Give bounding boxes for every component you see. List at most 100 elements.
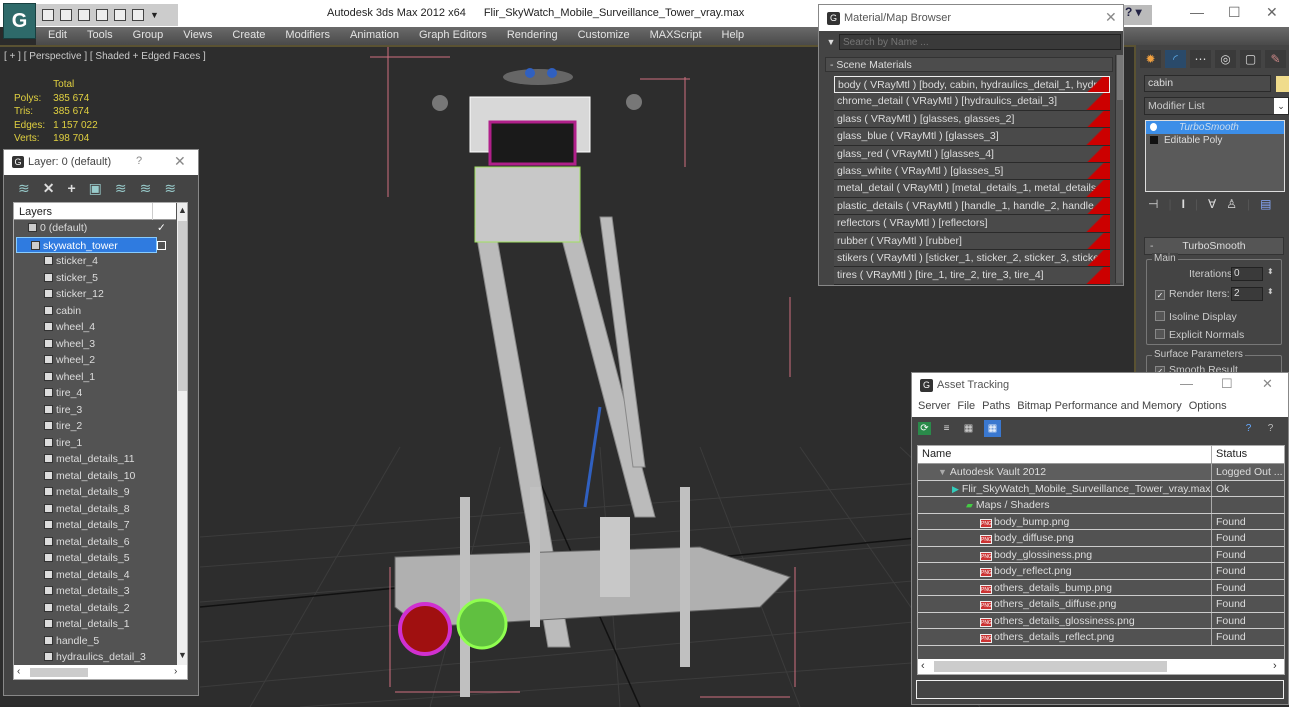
modify-icon[interactable]: ◜ [1165,50,1186,68]
thumbnail-view-icon[interactable]: ▦ [962,422,975,435]
menu-item-modifiers[interactable]: Modifiers [273,27,338,45]
scene-materials-group[interactable]: - Scene Materials [825,57,1113,72]
iterations-spinner[interactable]: 0 [1231,267,1263,281]
scroll-up-icon[interactable]: ▲ [178,205,187,215]
scroll-right-icon[interactable]: › [1273,660,1277,672]
render-iters-checkbox[interactable]: ✓ Render Iters: [1155,288,1230,300]
material-row[interactable]: reflectors ( VRayMtl ) [reflectors] [834,215,1110,233]
spinner-arrows-icon[interactable]: ⬍ [1267,267,1274,276]
asset-menu-file[interactable]: File [957,398,975,417]
table-view-icon[interactable]: ▦ [984,420,1001,437]
material-browser-titlebar[interactable]: G Material/Map Browser ✕ [819,5,1123,31]
search-input[interactable] [839,34,1121,50]
layer-object-row[interactable]: hydraulics_detail_3 [14,649,176,666]
scroll-down-icon[interactable]: ▼ [178,650,187,660]
scrollbar-thumb[interactable] [934,661,1167,672]
layer-object-row[interactable]: cabin [14,303,176,320]
material-row[interactable]: plastic_details ( VRayMtl ) [handle_1, h… [834,197,1110,216]
column-header-name[interactable]: Name [922,446,951,463]
isoline-display-checkbox[interactable]: Isoline Display [1155,311,1237,323]
layer-explorer-titlebar[interactable]: G Layer: 0 (default) ? ✕ [4,150,198,175]
asset-row[interactable]: PNG body_glossiness.png Found [918,546,1284,563]
layer-object-row[interactable]: metal_details_10 [14,468,176,485]
layer-object-row[interactable]: metal_details_1 [14,616,176,633]
layer-object-row[interactable]: sticker_5 [14,270,176,287]
material-row[interactable]: glass_red ( VRayMtl ) [glasses_4] [834,145,1110,163]
render-iters-spinner[interactable]: 2 [1231,287,1263,301]
layer-row[interactable]: skywatch_tower [16,236,166,253]
scroll-left-icon[interactable]: ‹ [17,666,20,677]
remove-modifier-icon[interactable]: ♙ [1226,197,1237,211]
motion-icon[interactable]: ◎ [1215,50,1236,68]
asset-menu-server[interactable]: Server [918,398,950,417]
viewport-label[interactable]: [ + ] [ Perspective ] [ Shaded + Edged F… [4,51,206,62]
layer-object-row[interactable]: tire_3 [14,402,176,419]
asset-menu-bitmap-performance-and-memory[interactable]: Bitmap Performance and Memory [1017,398,1181,417]
lightbulb-icon[interactable] [1150,123,1157,131]
horizontal-scrollbar[interactable]: ‹ › [918,659,1284,674]
undo-icon[interactable] [114,9,126,21]
horizontal-scrollbar[interactable]: ‹ › [14,665,187,679]
menu-item-create[interactable]: Create [220,27,273,45]
layer-object-row[interactable]: sticker_4 [14,253,176,270]
explicit-normals-checkbox[interactable]: Explicit Normals [1155,329,1244,341]
layer-row[interactable]: 0 (default) ✓ [14,220,176,237]
menu-item-views[interactable]: Views [171,27,220,45]
refresh-icon[interactable]: ⟳ [918,422,931,435]
layer-object-row[interactable]: tire_4 [14,385,176,402]
layer-object-row[interactable]: wheel_2 [14,352,176,369]
layer-object-row[interactable]: metal_details_6 [14,534,176,551]
help-button[interactable]: ? [136,155,142,167]
asset-row[interactable]: PNG others_details_diffuse.png Found [918,596,1284,613]
menu-item-help[interactable]: Help [710,27,753,45]
material-row[interactable]: metal_detail ( VRayMtl ) [metal_details_… [834,180,1110,198]
layer-object-row[interactable]: handle_5 [14,633,176,650]
material-row[interactable]: body ( VRayMtl ) [body, cabin, hydraulic… [834,76,1110,94]
menu-item-tools[interactable]: Tools [75,27,121,45]
help-button[interactable]: ? ▾ [1122,5,1152,25]
menu-item-edit[interactable]: Edit [36,27,75,45]
asset-menu-paths[interactable]: Paths [982,398,1010,417]
select-layer-icon[interactable]: ≋ [115,180,127,201]
add-icon[interactable]: + [67,180,75,201]
layers-column-header[interactable]: Layers [14,203,176,220]
hierarchy-icon[interactable]: ⋯ [1190,50,1211,68]
close-button[interactable]: ✕ [1105,9,1117,26]
vertical-scrollbar[interactable]: ▲ ▼ [177,203,187,665]
new-layer-icon[interactable]: ≋ [18,180,30,201]
asset-row[interactable]: PNG others_details_bump.png Found [918,579,1284,596]
asset-tracking-titlebar[interactable]: G Asset Tracking — ☐ ✕ [912,373,1288,398]
maximize-button[interactable]: ☐ [1221,376,1233,392]
vault-help-icon[interactable]: ? [1242,422,1255,435]
object-color-swatch[interactable] [1276,76,1289,92]
menu-item-maxscript[interactable]: MAXScript [638,27,710,45]
asset-path-field[interactable] [916,680,1284,699]
layer-toggle-checkbox[interactable] [157,240,166,250]
asset-row[interactable]: PNG body_diffuse.png Found [918,530,1284,547]
expand-icon[interactable] [1150,136,1158,144]
select-objects-icon[interactable]: ▣ [89,180,102,201]
scroll-left-icon[interactable]: ‹ [921,660,925,672]
create-icon[interactable]: ✹ [1140,50,1161,68]
asset-row[interactable]: PNG body_reflect.png Found [918,563,1284,580]
material-row[interactable]: chrome_detail ( VRayMtl ) [hydraulics_de… [834,93,1110,111]
layer-object-row[interactable]: metal_details_4 [14,567,176,584]
layer-object-row[interactable]: wheel_3 [14,336,176,353]
layer-object-row[interactable]: metal_details_7 [14,517,176,534]
dropdown-icon[interactable]: ▼ [150,10,159,20]
show-end-result-icon[interactable]: I [1182,197,1185,211]
set-current-icon[interactable]: ≋ [140,180,152,201]
layer-object-row[interactable]: sticker_12 [14,286,176,303]
scrollbar-thumb[interactable] [1117,55,1123,100]
layer-object-row[interactable]: tire_1 [14,435,176,452]
layer-object-row[interactable]: metal_details_9 [14,484,176,501]
checkbox-checked-icon[interactable]: ✓ [1155,290,1165,300]
layer-object-row[interactable]: tire_2 [14,418,176,435]
asset-row[interactable]: ▼ Autodesk Vault 2012 Logged Out ... [918,464,1284,481]
close-button[interactable]: ✕ [1262,376,1273,392]
vertical-scrollbar[interactable] [1115,55,1123,283]
asset-row[interactable]: ▶ Flir_SkyWatch_Mobile_Surveillance_Tower… [918,480,1284,497]
asset-row[interactable]: PNG others_details_glossiness.png Found [918,612,1284,629]
layer-object-row[interactable]: metal_details_2 [14,600,176,617]
modifier-list-dropdown[interactable]: Modifier List ⌄ [1144,97,1289,115]
